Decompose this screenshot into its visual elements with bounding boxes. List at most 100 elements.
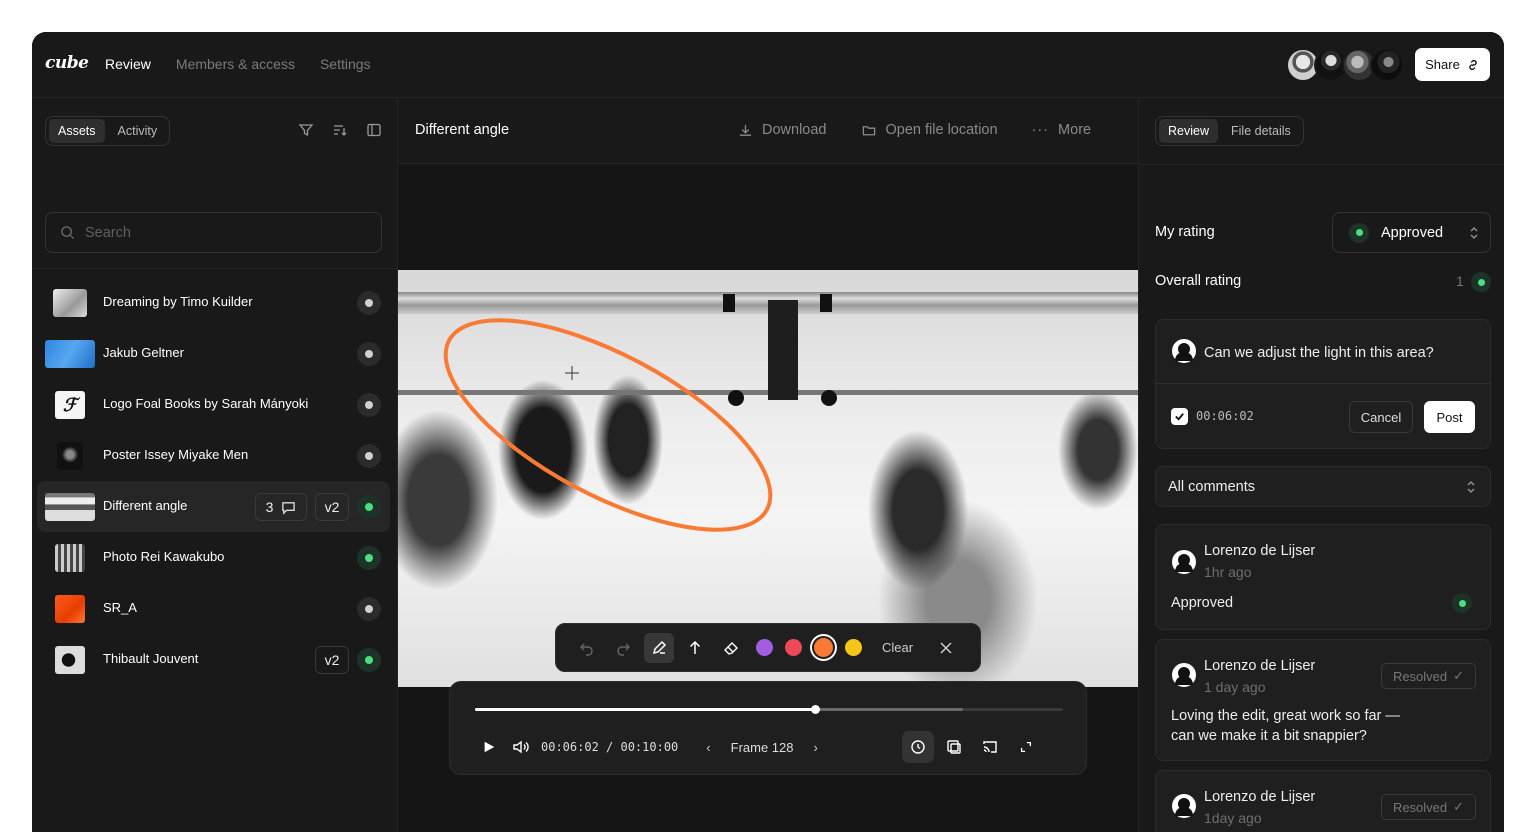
share-button[interactable]: Share	[1415, 48, 1490, 81]
comment-draft-text[interactable]: Can we adjust the light in this area?	[1204, 343, 1434, 363]
status-dot[interactable]	[357, 444, 381, 468]
sidebar-toggle-icon[interactable]	[366, 122, 382, 138]
asset-item[interactable]: Poster Issey Miyake Men	[37, 430, 390, 481]
tab-file-details[interactable]: File details	[1222, 119, 1300, 143]
comment-time: 1 day ago	[1204, 679, 1266, 695]
link-icon	[1469, 59, 1477, 70]
divider	[1139, 164, 1504, 165]
annotate-mode-icon[interactable]	[901, 731, 934, 763]
asset-item[interactable]: Thibault Jouvent v2	[37, 634, 390, 685]
asset-thumbnail	[45, 493, 95, 521]
annotation-ellipse	[443, 318, 773, 532]
asset-item[interactable]: Jakub Geltner	[37, 328, 390, 379]
download-icon	[739, 124, 752, 136]
status-dot[interactable]	[357, 342, 381, 366]
timeline-scrubber[interactable]	[475, 705, 1063, 714]
resolved-badge[interactable]: Resolved ✓	[1381, 794, 1476, 820]
compare-icon[interactable]	[938, 731, 970, 763]
asset-name: Photo Rei Kawakubo	[103, 549, 225, 564]
volume-icon[interactable]	[505, 731, 537, 763]
play-icon[interactable]	[481, 731, 497, 763]
cast-icon[interactable]	[974, 731, 1006, 763]
color-swatch-yellow[interactable]	[845, 639, 862, 656]
color-swatch-orange[interactable]	[814, 638, 833, 657]
color-swatch-purple[interactable]	[756, 639, 773, 656]
tab-activity[interactable]: Activity	[109, 119, 167, 143]
asset-item[interactable]: Different angle 3 v2	[37, 481, 390, 532]
comment-count-badge[interactable]: 3	[255, 493, 307, 521]
pen-icon[interactable]	[644, 632, 674, 663]
search-field[interactable]	[45, 212, 382, 253]
eraser-icon[interactable]	[716, 633, 746, 663]
status-dot[interactable]	[357, 546, 381, 570]
download-button[interactable]: Download	[738, 122, 827, 138]
comment-count: 3	[265, 499, 274, 515]
ellipsis-icon: ···	[1031, 122, 1050, 138]
color-swatch-red[interactable]	[785, 639, 802, 656]
chevron-updown-icon	[1470, 226, 1478, 239]
asset-item[interactable]: ℱ Logo Foal Books by Sarah Mányoki	[37, 379, 390, 430]
asset-thumbnail	[55, 544, 85, 572]
fullscreen-icon[interactable]	[1010, 731, 1042, 763]
playhead[interactable]	[810, 705, 820, 714]
asset-name: SR_A	[103, 600, 137, 615]
asset-item[interactable]: Photo Rei Kawakubo	[37, 532, 390, 583]
viewer: Different angle Download Open file locat…	[398, 98, 1138, 832]
asset-name: Logo Foal Books by Sarah Mányoki	[103, 396, 309, 411]
nav-review[interactable]: Review	[105, 56, 151, 72]
my-rating-select[interactable]: Approved	[1332, 212, 1491, 253]
annotation-toolbar: Clear	[555, 623, 981, 672]
resolved-badge[interactable]: Resolved ✓	[1381, 663, 1476, 689]
check-icon	[1175, 413, 1184, 421]
asset-thumbnail: ℱ	[55, 391, 85, 419]
collaborator-avatars[interactable]	[1286, 48, 1404, 82]
status-dot[interactable]	[357, 648, 381, 672]
status-dot[interactable]	[357, 495, 381, 519]
status-dot[interactable]	[357, 393, 381, 417]
version-badge[interactable]: v2	[315, 493, 349, 521]
comment-filter-select[interactable]: All comments	[1155, 466, 1491, 507]
nav-settings[interactable]: Settings	[320, 56, 371, 72]
timestamp-checkbox[interactable]	[1171, 408, 1188, 425]
cancel-button[interactable]: Cancel	[1349, 401, 1413, 433]
redo-icon[interactable]	[608, 633, 638, 663]
right-tabs: Review File details	[1155, 116, 1304, 146]
open-file-location-button[interactable]: Open file location	[861, 122, 998, 138]
filter-icon[interactable]	[298, 122, 314, 138]
asset-item[interactable]: SR_A	[37, 583, 390, 634]
status-dot	[1452, 593, 1472, 613]
sort-icon[interactable]	[332, 122, 348, 138]
prev-frame-icon[interactable]: ‹	[706, 740, 710, 755]
avatar[interactable]	[1370, 48, 1404, 82]
comment-author: Lorenzo de Lijser	[1204, 543, 1316, 559]
clear-button[interactable]: Clear	[882, 640, 913, 655]
next-frame-icon[interactable]: ›	[814, 740, 818, 755]
arrow-up-icon[interactable]	[680, 633, 710, 663]
nav-members-access[interactable]: Members & access	[176, 56, 295, 72]
comment-card[interactable]: Lorenzo de Lijser 1 day ago Resolved ✓ Lo…	[1155, 639, 1491, 761]
frame-counter: Frame 128	[730, 739, 794, 755]
comment-icon	[282, 501, 296, 515]
undo-icon[interactable]	[572, 633, 602, 663]
close-icon[interactable]	[931, 633, 961, 663]
more-button[interactable]: ··· More	[1032, 122, 1092, 138]
review-panel: Review File details My rating Approved O…	[1138, 98, 1504, 832]
version-badge[interactable]: v2	[315, 646, 349, 674]
status-dot[interactable]	[357, 291, 381, 315]
tab-assets[interactable]: Assets	[49, 119, 105, 143]
user-icon	[1172, 794, 1196, 818]
overall-status-dot	[1471, 272, 1491, 292]
post-button[interactable]: Post	[1424, 401, 1475, 433]
search-input[interactable]	[85, 224, 345, 241]
app-logo[interactable]: cube	[45, 53, 89, 73]
user-icon	[1172, 663, 1196, 687]
comment-card[interactable]: Lorenzo de Lijser 1hr ago Approved	[1155, 524, 1491, 630]
comment-author: Lorenzo de Lijser	[1204, 658, 1316, 674]
status-dot[interactable]	[357, 597, 381, 621]
comment-card[interactable]: Lorenzo de Lijser 1day ago Resolved ✓	[1155, 770, 1491, 832]
user-icon	[1172, 550, 1196, 574]
asset-thumbnail	[55, 646, 85, 674]
progress-bar	[475, 708, 815, 711]
tab-review[interactable]: Review	[1159, 119, 1218, 143]
asset-item[interactable]: Dreaming by Timo Kuilder	[37, 277, 390, 328]
